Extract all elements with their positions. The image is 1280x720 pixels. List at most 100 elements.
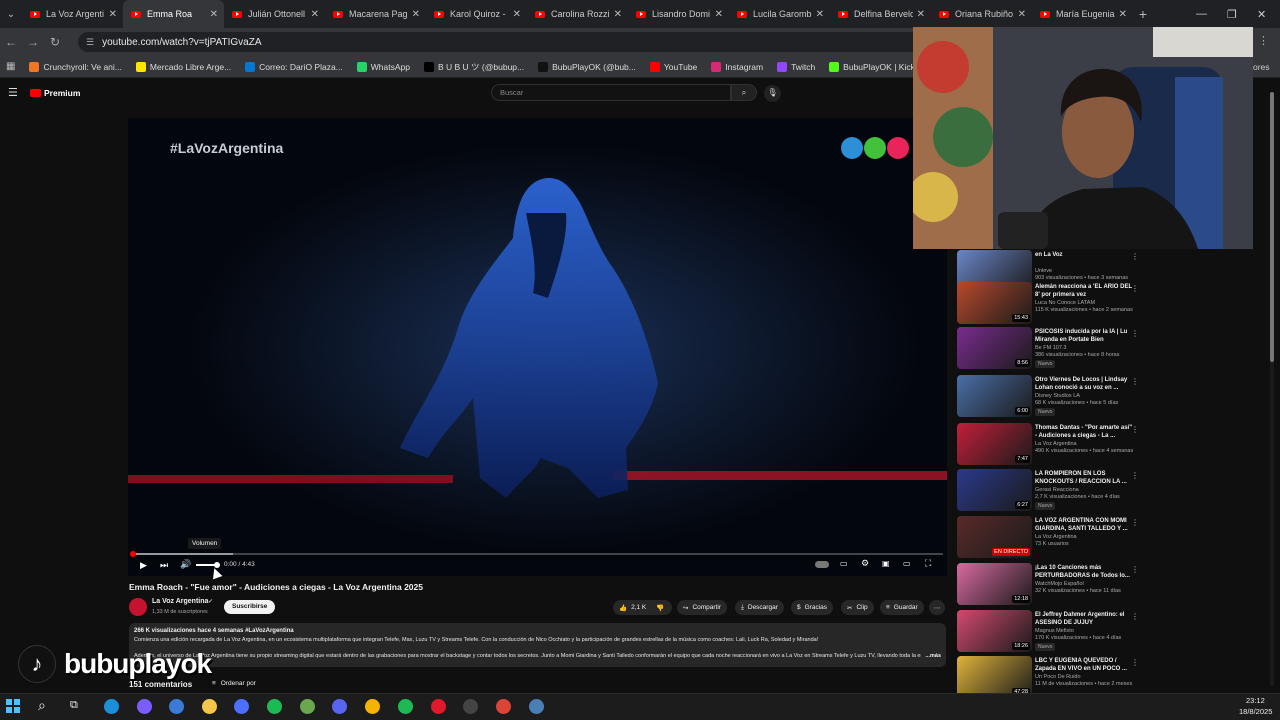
video-title[interactable]: LA VOZ ARGENTINA CON MOMI GIARDINA, SANT… [1035,517,1135,533]
video-channel[interactable]: La Voz Argentina [1035,441,1077,447]
video-thumbnail[interactable]: 12:18 [957,563,1032,605]
video-player[interactable]: #LaVozArgentina Volumen ▶ ⏭ 🔊 0:00 / 4:4… [128,118,947,576]
more-options-icon[interactable]: ⋮ [1131,565,1139,574]
scrollbar-thumb[interactable] [1270,92,1274,362]
tab-search-icon[interactable]: ⌄ [0,0,22,28]
more-options-icon[interactable]: ⋮ [1131,518,1139,527]
app-icon[interactable] [234,699,249,714]
video-channel[interactable]: WatchMojo Español [1035,581,1084,587]
close-tab-icon[interactable]: ✕ [210,9,218,20]
xbox-icon[interactable] [300,699,315,714]
recommended-video[interactable]: EN DIRECTO LA VOZ ARGENTINA CON MOMI GIAR… [957,516,1147,561]
browser-tab[interactable]: Lisandro Domi ✕ [628,0,729,28]
bookmark-item[interactable]: BubuPlayOK | Kick [829,61,915,73]
video-channel[interactable]: Unleve [1035,268,1052,274]
more-options-icon[interactable]: ⋮ [1131,471,1139,480]
video-thumbnail[interactable]: 15:43 [957,282,1032,324]
taskbar-search-icon[interactable]: ⌕ [38,697,46,714]
close-tab-icon[interactable]: ✕ [715,9,723,20]
task-view-icon[interactable]: ⧉ [70,699,78,712]
back-icon[interactable]: ← [0,35,22,49]
edge-icon[interactable] [104,699,119,714]
minimize-button[interactable]: — [1196,0,1207,28]
video-channel[interactable]: Magnus Mefisto [1035,628,1074,634]
voice-search-button[interactable]: 🎙 [764,85,781,102]
description-box[interactable]: 266 K visualizaciones hace 4 semanas #La… [129,623,946,667]
video-title[interactable]: LA ROMPIERON EN LOS KNOCKOUTS / REACCION… [1035,470,1135,486]
reload-icon[interactable]: ↻ [44,35,66,49]
autoplay-toggle[interactable] [815,561,829,568]
more-options-icon[interactable]: ⋮ [1131,284,1139,293]
video-channel[interactable]: La Voz Argentina [1035,534,1077,540]
recommended-video[interactable]: 6:00 Otro Viernes De Locos | Lindsay Loha… [957,375,1147,420]
more-options-icon[interactable]: ⋮ [1131,252,1139,261]
browser-tab[interactable]: Julián Ottonell ✕ [224,0,325,28]
browser-tab[interactable]: Carolina Rozzi ✕ [527,0,628,28]
recommended-video[interactable]: 15:43 Alemán reacciona a 'EL ARIO DEL 8' … [957,282,1147,327]
fullscreen-button[interactable]: ⛶ [925,558,931,569]
channel-avatar[interactable] [129,598,147,616]
more-options-icon[interactable]: ⋮ [1131,612,1139,621]
recommended-video[interactable]: 18:26 El Jeffrey Dahmer Argentino: el ASE… [957,610,1147,655]
more-options-icon[interactable]: ⋮ [1131,377,1139,386]
share-button[interactable]: ↪ Compartir [677,600,727,615]
spotify-icon[interactable] [267,699,282,714]
discord-icon[interactable] [332,699,347,714]
apps-grid-icon[interactable]: ▦ [6,61,15,72]
browser-tab[interactable]: Lucila Garomb ✕ [729,0,830,28]
recommended-video[interactable]: 7:47 Thomas Dantas - "Por amarte así" - A… [957,423,1147,468]
video-title[interactable]: LBC Y EUGENIA QUEVEDO / Zapada EN VIVO e… [1035,657,1135,673]
new-tab-button[interactable]: + [1133,6,1153,22]
bookmark-item[interactable]: WhatsApp [356,61,410,73]
video-thumbnail[interactable]: 6:00 [957,375,1032,417]
browser-tab[interactable]: La Voz Argenti ✕ [22,0,123,28]
progress-bar[interactable] [130,551,943,557]
more-options-icon[interactable]: ⋮ [1131,658,1139,667]
video-thumbnail[interactable]: EN DIRECTO [957,516,1032,558]
close-tab-icon[interactable]: ✕ [513,9,521,20]
more-options-icon[interactable]: ⋮ [1131,329,1139,338]
youtube-logo[interactable]: Premium [30,88,80,98]
video-thumbnail[interactable]: 8:56 [957,327,1032,369]
url-text[interactable]: youtube.com/watch?v=tjPATIGvaZA [102,37,261,48]
omnibox[interactable]: ☰ youtube.com/watch?v=tjPATIGvaZA [78,32,978,52]
restore-button[interactable]: ❐ [1227,0,1237,28]
opera-icon[interactable] [431,699,446,714]
chrome-icon[interactable] [365,699,380,714]
copilot-icon[interactable] [137,699,152,714]
close-tab-icon[interactable]: ✕ [311,9,319,20]
close-tab-icon[interactable]: ✕ [1018,9,1026,20]
browser-tab[interactable]: Karol Quiroz - ✕ [426,0,527,28]
channel-name[interactable]: La Voz Argentina [152,598,208,605]
forward-icon[interactable]: → [22,35,44,49]
settings-button[interactable]: ⚙ [861,558,869,569]
clip-button[interactable]: ✂ Clip [841,600,874,615]
video-title[interactable]: ¡Las 10 Canciones más PERTURBADORAS de T… [1035,564,1135,580]
bookmark-item[interactable]: BubuPlayOK (@bub... [538,61,636,73]
video-title[interactable]: PSICOSIS inducida por la IA | Lu Miranda… [1035,328,1135,344]
page-scrollbar[interactable] [1270,92,1274,686]
miniplayer-button[interactable]: ▣ [882,559,890,568]
sort-comments-button[interactable]: ≡ Ordenar por [212,680,256,687]
video-thumbnail[interactable]: 47:28 [957,656,1032,698]
description-more[interactable]: ...más [925,653,941,659]
video-thumbnail[interactable]: 7:47 [957,423,1032,465]
video-channel[interactable]: Disney Studios LA [1035,393,1080,399]
clock-date[interactable]: 18/8/2025 [1239,707,1272,716]
save-button[interactable]: ≡ Guardar [880,600,924,615]
video-channel[interactable]: Luca No Conoce LATAM [1035,300,1095,306]
more-actions-button[interactable]: ⋯ [929,600,945,615]
close-tab-icon[interactable]: ✕ [614,9,622,20]
video-channel[interactable]: Un Poco De Ruido [1035,674,1081,680]
video-title[interactable]: en La Voz [1035,251,1135,259]
browser-tab[interactable]: Macarena Pag ✕ [325,0,426,28]
bookmark-item[interactable]: Instagram [711,61,763,73]
close-tab-icon[interactable]: ✕ [917,9,925,20]
volume-slider[interactable] [196,562,220,568]
video-title[interactable]: Otro Viernes De Locos | Lindsay Lohan co… [1035,376,1135,392]
other-bookmarks[interactable]: ores [1253,62,1270,72]
close-tab-icon[interactable]: ✕ [109,9,117,20]
thanks-button[interactable]: $ Gracias [791,600,834,615]
recommended-video[interactable]: 8:56 PSICOSIS inducida por la IA | Lu Mir… [957,327,1147,372]
video-thumbnail[interactable]: 18:26 [957,610,1032,652]
